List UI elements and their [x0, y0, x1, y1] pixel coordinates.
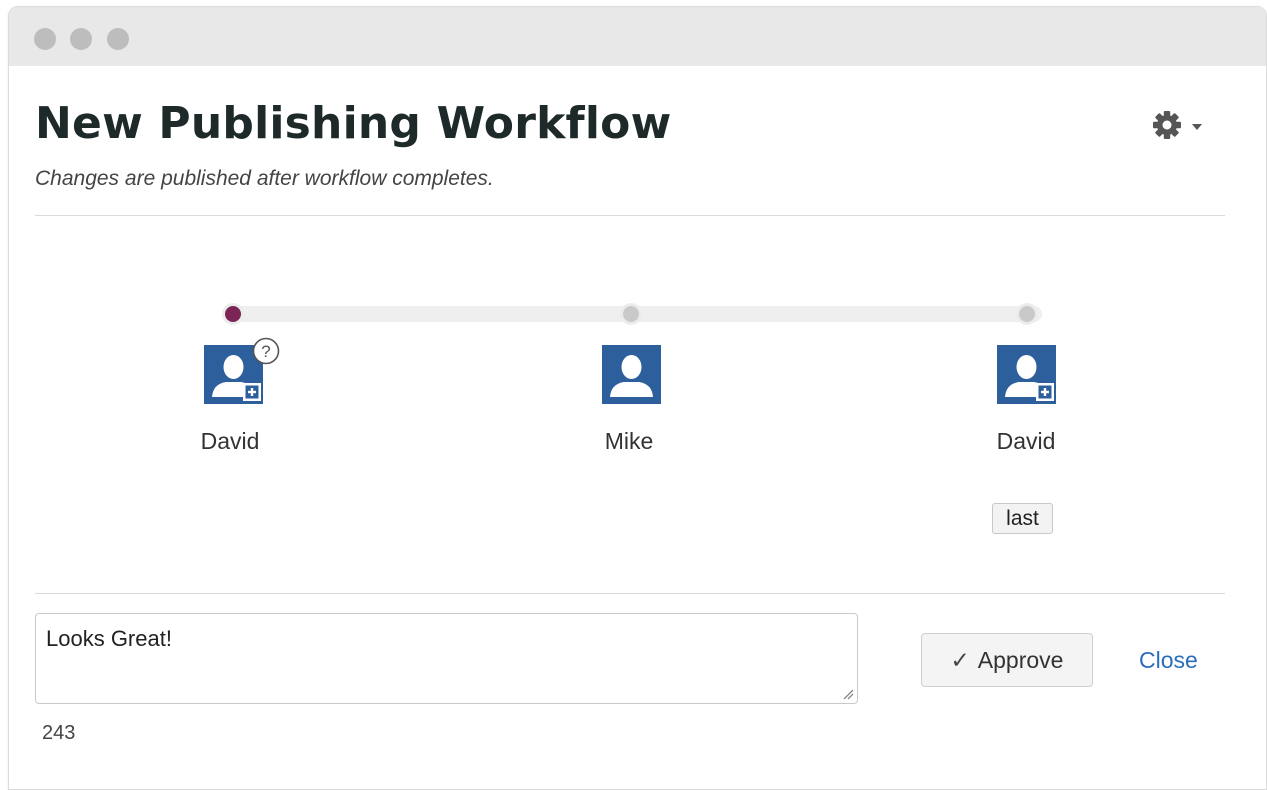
check-icon: ✓ — [950, 646, 970, 673]
resize-grip-icon[interactable] — [842, 688, 854, 700]
approve-button-label: Approve — [977, 646, 1064, 673]
approve-button[interactable]: ✓ Approve — [921, 633, 1093, 687]
page-title: New Publishing Workflow — [35, 98, 672, 149]
user-add-icon[interactable] — [997, 345, 1056, 404]
close-link[interactable]: Close — [1139, 647, 1198, 674]
header-divider — [35, 215, 1225, 216]
window-control-dot[interactable] — [34, 28, 56, 50]
settings-dropdown-button[interactable] — [1142, 104, 1204, 144]
workflow-step-marker — [1016, 303, 1038, 325]
window-control-dot[interactable] — [70, 28, 92, 50]
gear-icon — [1153, 111, 1202, 139]
workflow-step-marker — [620, 303, 642, 325]
footer-divider — [35, 593, 1225, 594]
chevron-down-icon — [1192, 124, 1202, 130]
step-user-name: David — [996, 428, 1056, 454]
question-circle-icon[interactable]: ? — [252, 337, 280, 365]
comment-textarea[interactable]: Looks Great! — [35, 613, 858, 704]
page-subtitle: Changes are published after workflow com… — [35, 167, 494, 190]
character-count: 243 — [42, 722, 76, 744]
user-icon[interactable] — [602, 345, 661, 404]
window-titlebar — [9, 7, 1266, 66]
workflow-step-marker — [222, 303, 244, 325]
step-user-name: Mike — [604, 428, 654, 454]
step-user-name: David — [200, 428, 260, 454]
window-control-dot[interactable] — [107, 28, 129, 50]
svg-text:?: ? — [261, 342, 270, 361]
last-step-badge: last — [992, 503, 1053, 534]
